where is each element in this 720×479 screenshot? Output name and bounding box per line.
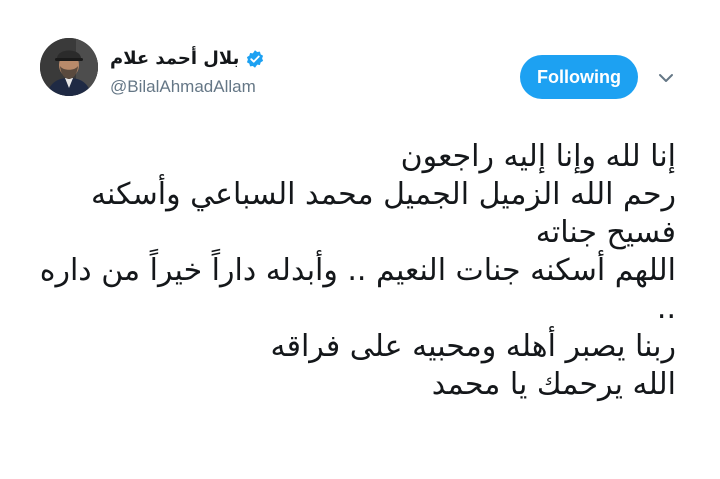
author-identity: بلال أحمد علام @BilalAhmadAllam [110,46,410,106]
author-display-name[interactable]: بلال أحمد علام [110,46,239,72]
author-name-row: بلال أحمد علام [110,46,410,72]
tweet-card: بلال أحمد علام @BilalAhmadAllam Followin… [0,0,720,479]
avatar-photo-icon [40,38,98,96]
author-handle[interactable]: @BilalAhmadAllam [110,76,410,98]
tweet-text-line: فسيح جناته [535,215,676,250]
tweet-text: إنا لله وإنا إليه راجعون رحم الله الزميل… [40,138,676,404]
tweet-text-line: .. [656,291,676,326]
tweet-text-line: اللهم أسكنه جنات النعيم .. وأبدله داراً … [39,253,676,288]
tweet-text-line: رحم الله الزميل الجميل محمد السباعي وأسك… [90,177,676,212]
tweet-text-line: إنا لله وإنا إليه راجعون [400,139,676,174]
chevron-down-icon[interactable] [656,68,676,88]
author-avatar[interactable] [40,38,98,96]
following-button[interactable]: Following [520,55,638,99]
verified-badge-icon [247,50,264,68]
tweet-text-line: ربنا يصبر أهله ومحبيه على فراقه [270,329,676,364]
tweet-text-line: الله يرحمك يا محمد [431,367,676,402]
